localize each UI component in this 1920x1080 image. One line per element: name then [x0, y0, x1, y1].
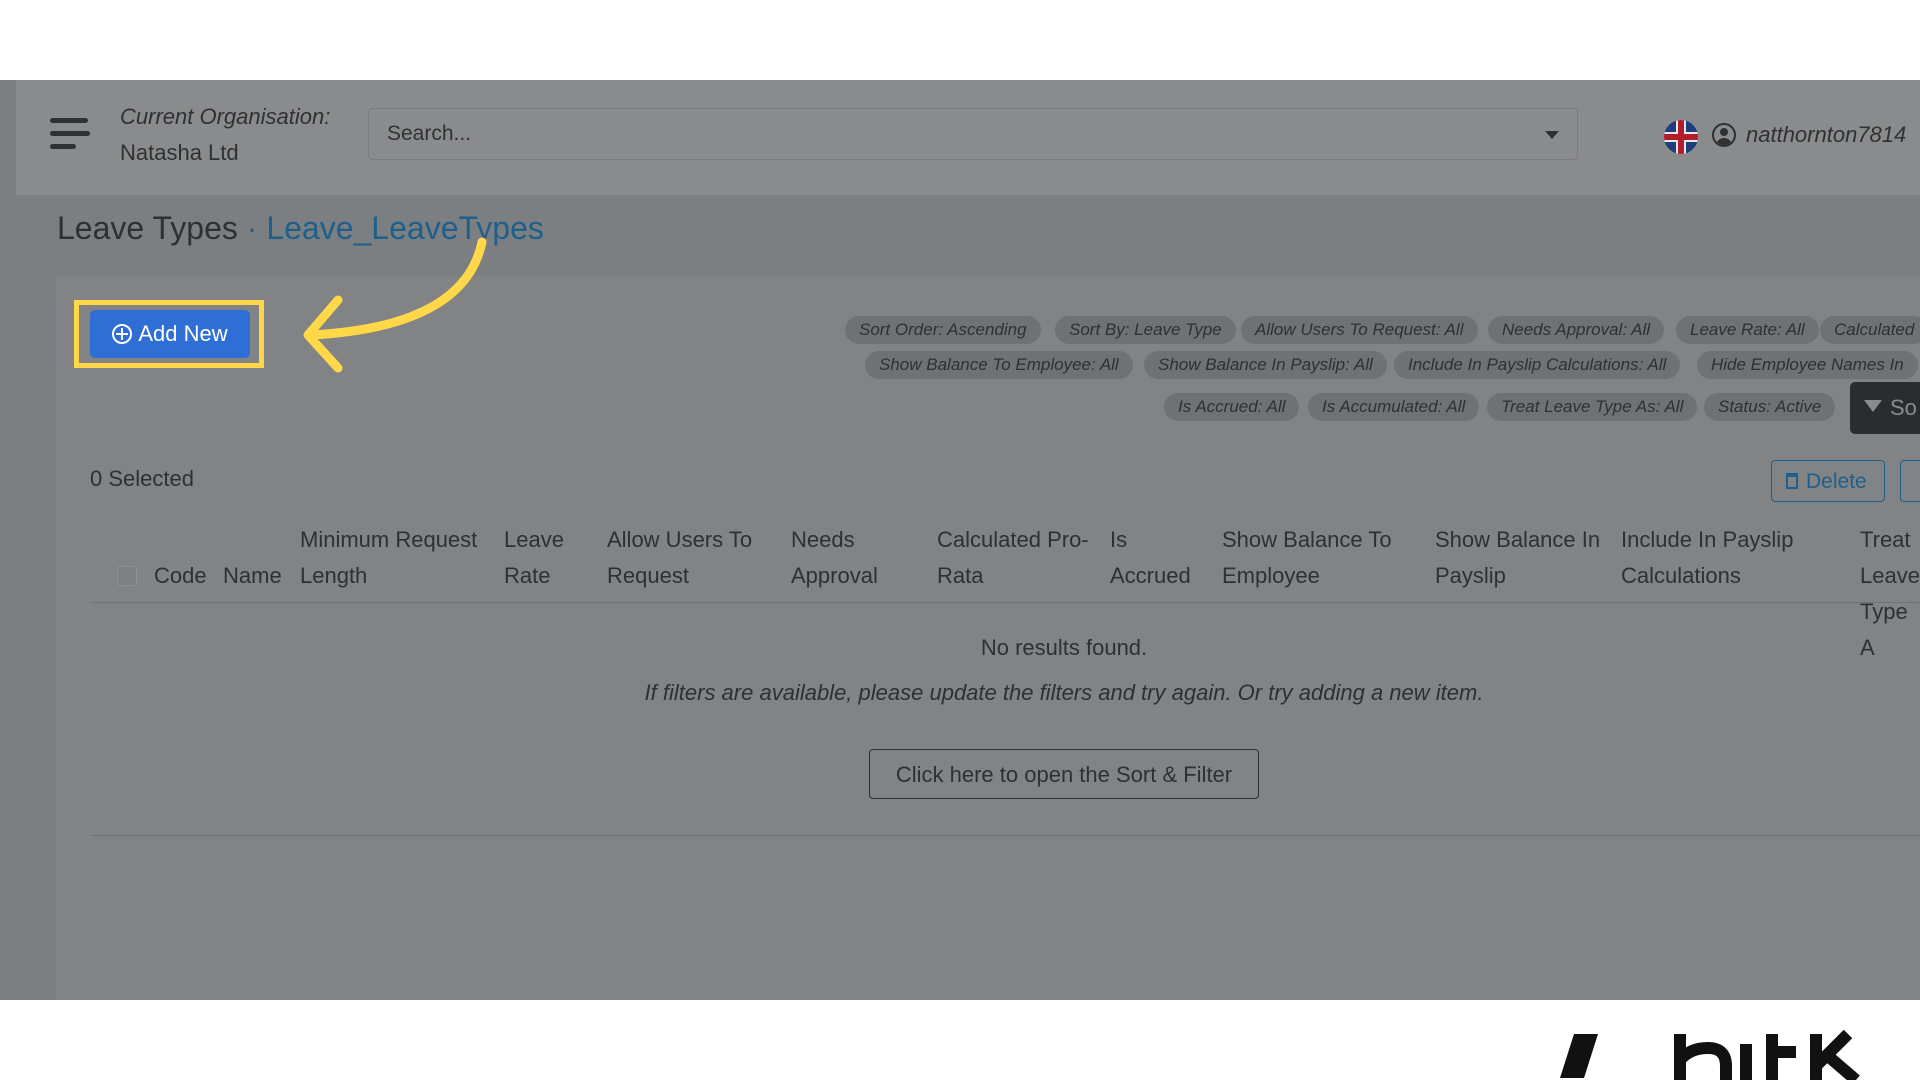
- select-all-checkbox[interactable]: [117, 566, 137, 586]
- trash-icon: [1786, 473, 1798, 489]
- brand-logo-icon: [1560, 1030, 1860, 1080]
- open-sort-filter-button[interactable]: Click here to open the Sort & Filter: [869, 749, 1259, 799]
- sort-filter-label: So: [1890, 395, 1917, 420]
- page-title-text: Leave Types: [57, 210, 238, 246]
- column-header-payslip-calcs[interactable]: Include In Payslip Calculations: [1621, 522, 1821, 594]
- selected-count: 0 Selected: [90, 466, 194, 491]
- filter-chip[interactable]: Leave Rate: All: [1676, 316, 1819, 344]
- filter-chip[interactable]: Allow Users To Request: All: [1241, 316, 1478, 344]
- column-header-balance-employee[interactable]: Show Balance To Employee: [1222, 522, 1412, 594]
- filter-chip[interactable]: Treat Leave Type As: All: [1487, 393, 1698, 421]
- filter-chip[interactable]: Sort By: Leave Type: [1055, 316, 1236, 344]
- filter-chip[interactable]: Show Balance In Payslip: All: [1144, 351, 1387, 379]
- column-header-needs-approval[interactable]: Needs Approval: [791, 522, 901, 594]
- uk-flag-icon[interactable]: [1664, 120, 1698, 154]
- plus-circle-icon: [112, 324, 133, 344]
- empty-state-title: No results found.: [980, 635, 1148, 660]
- more-actions-button[interactable]: [1900, 460, 1920, 502]
- page-title-separator: ·: [237, 210, 267, 246]
- filter-chip[interactable]: Hide Employee Names In: [1697, 351, 1918, 379]
- search-placeholder: Search...: [387, 122, 472, 145]
- add-new-button[interactable]: Add New: [90, 310, 250, 358]
- delete-label: Delete: [1806, 470, 1867, 493]
- column-header-name[interactable]: Name: [223, 558, 282, 594]
- empty-state-hint: If filters are available, please update …: [644, 680, 1484, 705]
- search-input[interactable]: Search...: [368, 108, 1578, 160]
- filter-chip[interactable]: Sort Order: Ascending: [845, 316, 1041, 344]
- column-header-pro-rata[interactable]: Calculated Pro-Rata: [937, 522, 1107, 594]
- filter-chip[interactable]: Needs Approval: All: [1488, 316, 1665, 344]
- add-new-label: Add New: [138, 321, 228, 346]
- menu-icon[interactable]: [50, 118, 90, 154]
- org-label: Current Organisation:: [120, 104, 331, 129]
- column-header-leave-rate[interactable]: Leave Rate: [504, 522, 584, 594]
- chevron-down-icon[interactable]: [1545, 131, 1559, 139]
- filter-chip[interactable]: Is Accrued: All: [1164, 393, 1300, 421]
- sort-filter-button[interactable]: So: [1850, 382, 1920, 434]
- filter-icon: [1864, 400, 1882, 412]
- user-icon[interactable]: [1712, 123, 1736, 147]
- filter-chip[interactable]: Is Accumulated: All: [1308, 393, 1480, 421]
- column-header-allow-users[interactable]: Allow Users To Request: [607, 522, 777, 594]
- column-header-balance-payslip[interactable]: Show Balance In Payslip: [1435, 522, 1610, 594]
- column-header-is-accrued[interactable]: Is Accrued: [1110, 522, 1200, 594]
- column-header-code[interactable]: Code: [154, 558, 207, 594]
- filter-chip[interactable]: Show Balance To Employee: All: [865, 351, 1133, 379]
- annotation-arrow-icon: [303, 237, 487, 373]
- filter-chip[interactable]: Include In Payslip Calculations: All: [1394, 351, 1681, 379]
- table-divider: [90, 602, 1920, 603]
- filter-chip[interactable]: Status: Active: [1704, 393, 1836, 421]
- column-header-min-request[interactable]: Minimum Request Length: [300, 522, 500, 594]
- delete-button[interactable]: Delete: [1771, 460, 1885, 502]
- top-bar: Current Organisation: Natasha Ltd Search…: [16, 80, 1920, 195]
- org-name[interactable]: Natasha Ltd: [120, 140, 239, 166]
- username[interactable]: natthornton7814: [1746, 122, 1906, 148]
- table-footer-divider: [90, 835, 1920, 836]
- filter-chip[interactable]: Calculated: [1820, 316, 1920, 344]
